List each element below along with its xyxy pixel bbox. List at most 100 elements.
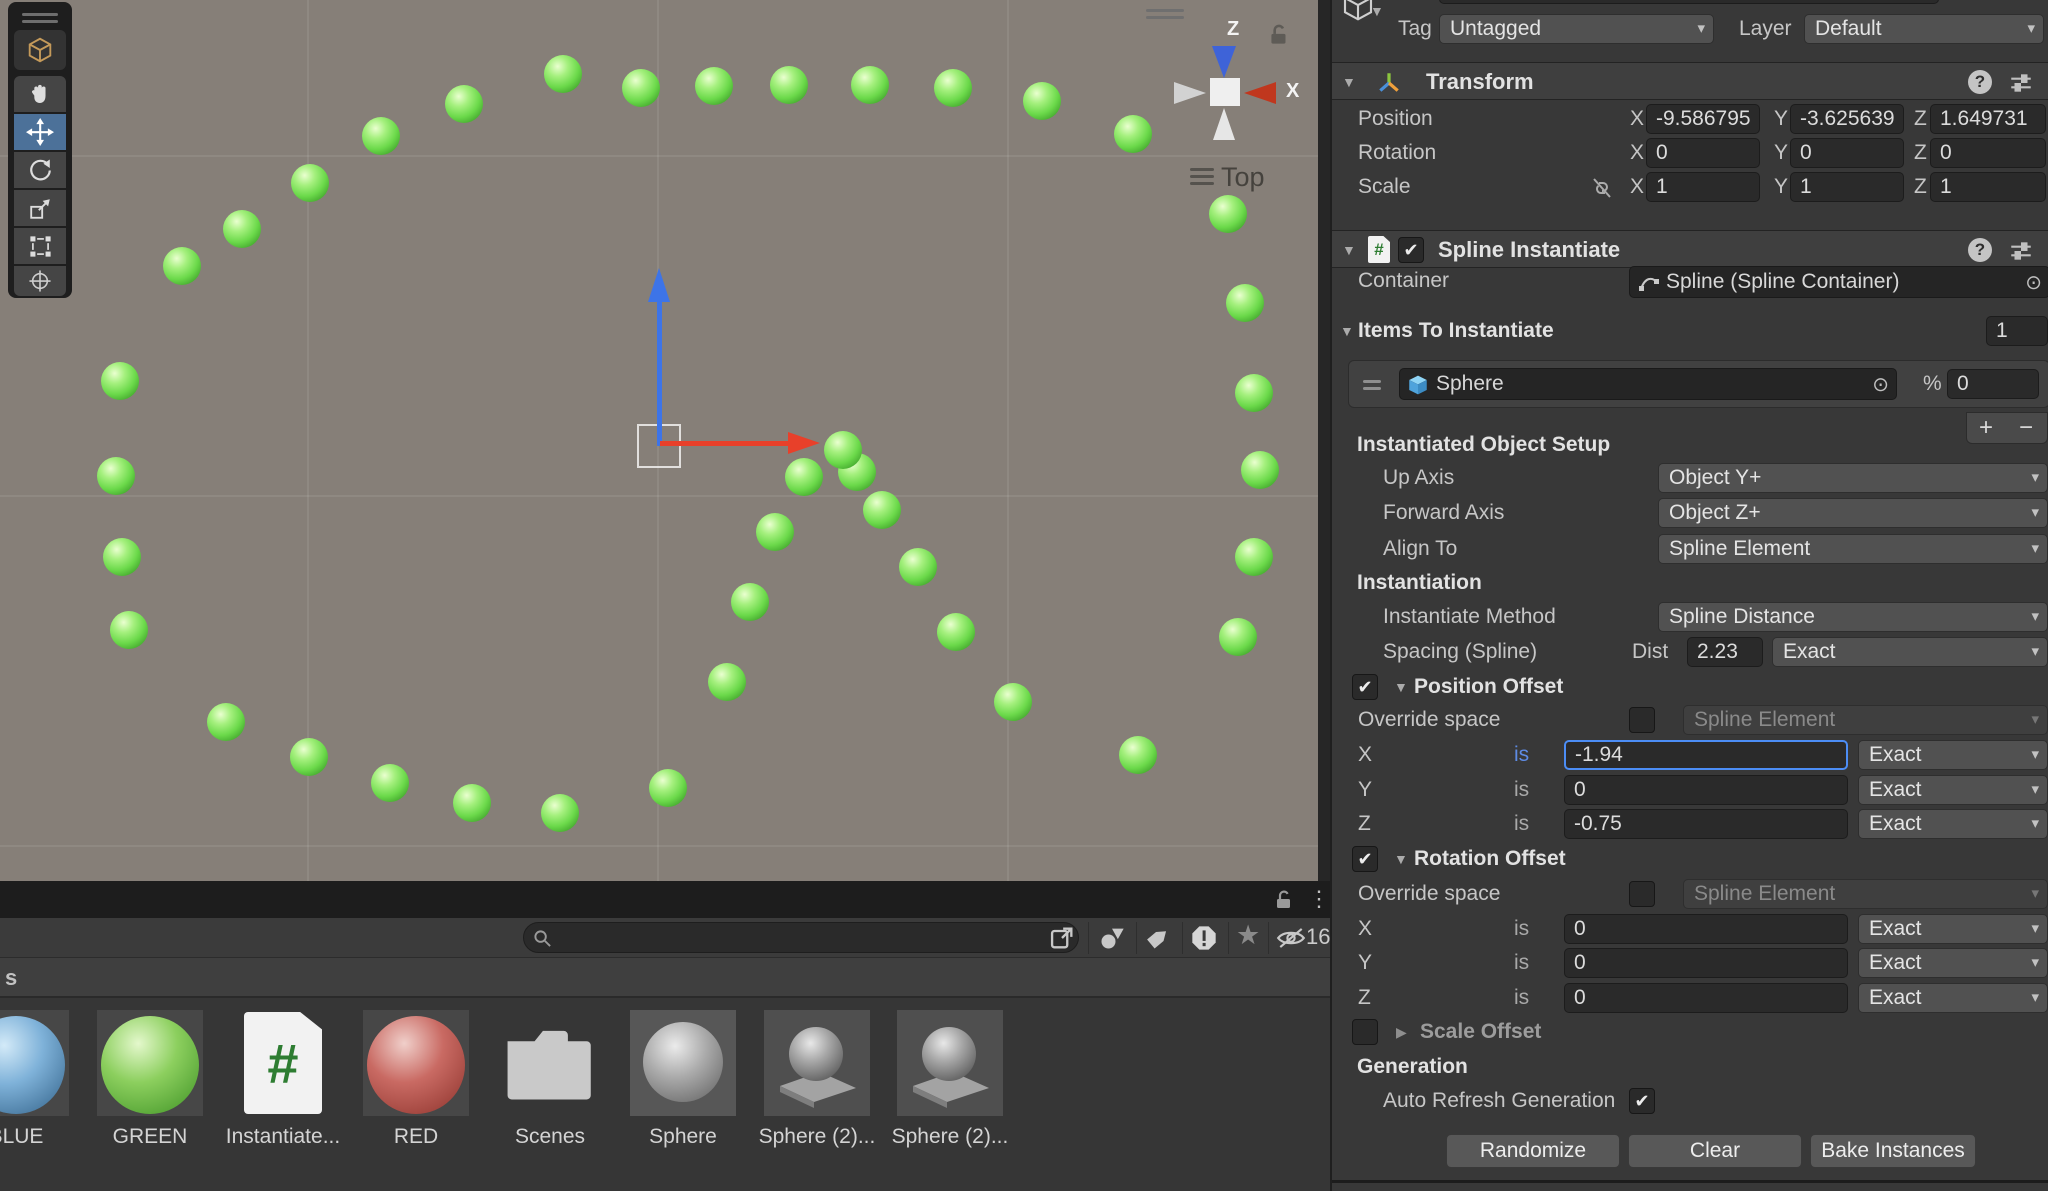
scene-sphere[interactable]	[544, 55, 582, 93]
scene-sphere[interactable]	[785, 458, 823, 496]
scene-sphere[interactable]	[1209, 195, 1247, 233]
item-percent-field[interactable]: 0	[1947, 369, 2039, 399]
scene-sphere[interactable]	[622, 69, 660, 107]
move-gizmo-x-arrowhead[interactable]	[788, 432, 820, 454]
override-space-checkbox[interactable]	[1629, 881, 1655, 907]
rotation-offset-y-mode[interactable]: Exact▾	[1858, 948, 2048, 978]
view-tool-button[interactable]	[14, 30, 66, 70]
position-offset-checkbox[interactable]: ✔	[1352, 674, 1378, 700]
asset-item[interactable]: Scenes	[490, 1010, 610, 1149]
scene-sphere[interactable]	[824, 431, 862, 469]
asset-item[interactable]: Sphere	[623, 1010, 743, 1149]
view-menu-icon[interactable]	[1190, 168, 1214, 171]
dist-field[interactable]: 2.23	[1687, 637, 1763, 667]
scene-sphere[interactable]	[163, 247, 201, 285]
scene-sphere[interactable]	[371, 764, 409, 802]
axis-center-cube[interactable]	[1210, 78, 1240, 106]
scene-sphere[interactable]	[362, 117, 400, 155]
import-warnings-icon[interactable]	[1190, 924, 1218, 952]
position-x-field[interactable]: -9.586795	[1646, 104, 1760, 134]
asset-item[interactable]: Sphere (2)...	[890, 1010, 1010, 1149]
filter-by-label-icon[interactable]	[1144, 924, 1172, 952]
scene-sphere[interactable]	[290, 738, 328, 776]
align-to-dropdown[interactable]: Spline Element▾	[1658, 534, 2048, 564]
spacing-mode-dropdown[interactable]: Exact▾	[1772, 637, 2048, 667]
scene-sphere[interactable]	[103, 538, 141, 576]
instantiate-method-dropdown[interactable]: Spline Distance▾	[1658, 602, 2048, 632]
rect-tool-button[interactable]	[14, 228, 66, 264]
scale-z-field[interactable]: 1	[1930, 172, 2046, 202]
scene-sphere[interactable]	[899, 548, 937, 586]
scene-sphere[interactable]	[863, 491, 901, 529]
position-offset-z-field[interactable]: -0.75	[1564, 809, 1848, 839]
hidden-packages-eye-off-icon[interactable]	[1276, 927, 1306, 949]
tag-dropdown[interactable]: Untagged▾	[1439, 14, 1714, 44]
view-menu-icon[interactable]	[1190, 175, 1214, 178]
position-offset-y-mode[interactable]: Exact▾	[1858, 775, 2048, 805]
rotation-offset-checkbox[interactable]: ✔	[1352, 846, 1378, 872]
asset-item[interactable]: GREEN	[90, 1010, 210, 1149]
up-axis-dropdown[interactable]: Object Y+▾	[1658, 463, 2048, 493]
clear-button[interactable]: Clear	[1628, 1134, 1802, 1168]
lock-open-icon[interactable]	[1266, 22, 1292, 48]
rotation-z-field[interactable]: 0	[1930, 138, 2046, 168]
position-z-field[interactable]: 1.649731	[1930, 104, 2046, 134]
scene-sphere[interactable]	[1114, 115, 1152, 153]
gameobject-name-field[interactable]	[1439, 0, 1939, 4]
position-offset-z-mode[interactable]: Exact▾	[1858, 809, 2048, 839]
move-tool-button[interactable]	[14, 114, 66, 150]
spline-instantiate-header[interactable]: ▼ # ✔ Spline Instantiate ? ⋮	[1332, 230, 2048, 268]
item-object-field[interactable]: Sphere ⊙	[1399, 368, 1897, 400]
drag-handle-icon[interactable]	[1363, 380, 1381, 383]
move-gizmo-y-axis[interactable]	[657, 300, 662, 446]
favorites-star-icon[interactable]: ★	[1236, 920, 1260, 951]
transform-tool-button[interactable]	[14, 266, 66, 296]
foldout-triangle-icon[interactable]: ▼	[1342, 67, 1356, 97]
foldout-triangle-icon[interactable]: ▼	[1394, 672, 1408, 702]
remove-item-button[interactable]: −	[2019, 413, 2033, 443]
constrain-proportions-icon[interactable]	[1590, 176, 1614, 200]
rotate-tool-button[interactable]	[14, 152, 66, 188]
object-picker-icon[interactable]: ⊙	[1872, 370, 1889, 400]
hand-tool-button[interactable]	[14, 76, 66, 112]
overlay-handle-icon[interactable]	[1146, 9, 1184, 12]
rotation-y-field[interactable]: 0	[1790, 138, 1904, 168]
rotation-offset-z-field[interactable]: 0	[1564, 983, 1848, 1013]
lock-open-icon[interactable]	[1272, 888, 1296, 912]
scene-sphere[interactable]	[937, 613, 975, 651]
scene-sphere[interactable]	[1119, 736, 1157, 774]
foldout-triangle-icon[interactable]: ▼	[1340, 316, 1354, 346]
scene-sphere[interactable]	[731, 583, 769, 621]
foldout-triangle-icon[interactable]: ▼	[1394, 844, 1408, 874]
axis-x-cone[interactable]	[1244, 82, 1276, 104]
scene-sphere[interactable]	[1226, 284, 1264, 322]
scene-sphere[interactable]	[207, 703, 245, 741]
rotation-offset-x-field[interactable]: 0	[1564, 914, 1848, 944]
scale-tool-button[interactable]	[14, 190, 66, 226]
scene-sphere[interactable]	[1235, 374, 1273, 412]
scene-sphere[interactable]	[453, 784, 491, 822]
scale-offset-checkbox[interactable]	[1352, 1019, 1378, 1045]
items-count-field[interactable]: 1	[1986, 316, 2048, 346]
rotation-offset-z-mode[interactable]: Exact▾	[1858, 983, 2048, 1013]
chevron-down-icon[interactable]: ▼	[1370, 0, 1384, 26]
axis-x-label[interactable]: X	[1286, 80, 1299, 103]
overlay-handle-icon[interactable]	[1146, 16, 1184, 19]
component-menu-icon[interactable]: ⋮	[2042, 235, 2048, 265]
breadcrumb[interactable]: s	[0, 958, 1330, 998]
transform-header[interactable]: ▼ Transform ? ⋮	[1332, 62, 2048, 100]
forward-axis-dropdown[interactable]: Object Z+▾	[1658, 498, 2048, 528]
scene-sphere[interactable]	[291, 164, 329, 202]
move-gizmo-y-arrowhead[interactable]	[648, 268, 670, 302]
auto-refresh-checkbox[interactable]: ✔	[1629, 1088, 1655, 1114]
view-menu-icon[interactable]	[1190, 182, 1214, 185]
scene-sphere[interactable]	[695, 67, 733, 105]
scene-sphere[interactable]	[708, 663, 746, 701]
presets-icon[interactable]	[2008, 70, 2034, 96]
object-picker-icon[interactable]: ⊙	[2025, 268, 2042, 298]
layer-dropdown[interactable]: Default▾	[1804, 14, 2044, 44]
filter-by-type-icon[interactable]	[1098, 924, 1126, 952]
component-menu-icon[interactable]: ⋮	[2042, 67, 2048, 97]
rotation-x-field[interactable]: 0	[1646, 138, 1760, 168]
add-item-button[interactable]: +	[1979, 413, 1993, 443]
